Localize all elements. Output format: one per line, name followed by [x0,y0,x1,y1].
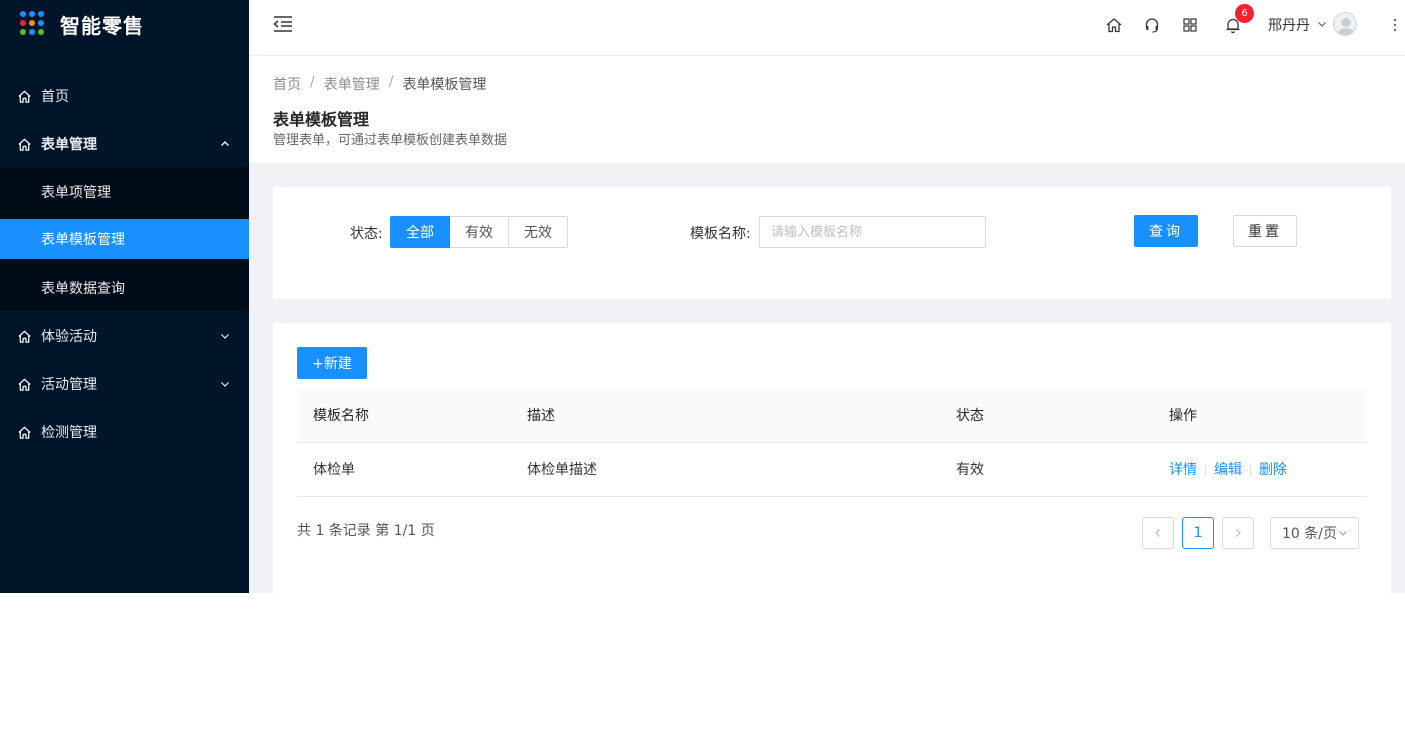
sidebar-item-form-data-query[interactable]: 表单数据查询 [0,268,249,308]
sidebar-item-form-management[interactable]: 表单管理 [0,124,249,164]
edit-link[interactable]: 编辑 [1214,462,1242,478]
top-header: 6 邢丹丹 [249,0,1405,56]
sidebar-item-form-templates[interactable]: 表单模板管理 [0,219,249,259]
chevron-down-icon [221,334,229,339]
delete-link[interactable]: 删除 [1259,462,1287,478]
apps-grid-icon[interactable] [1181,16,1199,34]
cell-template-name: 体检单 [313,462,355,478]
breadcrumb-item-form-management[interactable]: 表单管理 [324,74,380,94]
breadcrumb-item-home[interactable]: 首页 [273,74,301,94]
reset-button[interactable]: 重置 [1233,215,1297,247]
page-description: 管理表单，可通过表单模板创建表单数据 [273,133,508,148]
home-icon [18,90,31,103]
filter-card: 状态: 全部 有效 无效 模板名称: 查询 重置 [273,187,1391,299]
page-title: 表单模板管理 [273,110,370,129]
table-card: +新建 模板名称 描述 状态 操作 体检单 体检单描述 有效 详情 编辑 删除 共 … [273,323,1391,593]
menu-fold-icon[interactable] [273,15,293,33]
breadcrumb-item-current: 表单模板管理 [402,77,487,93]
templates-table: 模板名称 描述 状态 操作 体检单 体检单描述 有效 详情 编辑 删除 [297,389,1367,497]
more-vertical-icon[interactable] [1392,17,1398,33]
sidebar-item-label: 表单管理 [41,137,97,153]
home-icon [18,138,31,151]
template-name-label: 模板名称: [690,226,751,242]
home-icon [18,426,31,439]
home-icon [18,330,31,343]
chevron-right-icon [1236,529,1241,537]
breadcrumb-separator: / [310,74,315,90]
sidebar-item-experience-activity[interactable]: 体验活动 [0,316,249,356]
query-button[interactable]: 查询 [1134,215,1198,247]
sidebar-item-activity-management[interactable]: 活动管理 [0,364,249,404]
sidebar-item-label: 首页 [41,89,69,105]
status-option-all[interactable]: 全部 [390,216,450,248]
detail-link[interactable]: 详情 [1169,462,1197,478]
sidebar-item-label: 表单项管理 [41,185,111,201]
cell-status: 有效 [956,462,984,478]
chevron-down-icon [1339,531,1347,536]
prev-page-button[interactable] [1142,517,1174,549]
chevron-down-icon [221,382,229,387]
sidebar-item-label: 检测管理 [41,425,97,441]
status-filter-group: 全部 有效 无效 [390,216,568,248]
app-title: 智能零售 [60,13,144,38]
cell-actions: 详情 编辑 删除 [1169,443,1287,497]
page-header: 首页 / 表单管理 / 表单模板管理 表单模板管理 管理表单，可通过表单模板创建… [249,56,1405,163]
new-template-button[interactable]: +新建 [297,347,367,379]
user-name[interactable]: 邢丹丹 [1268,15,1310,35]
sidebar-item-label: 活动管理 [41,377,97,393]
sidebar-item-inspection-management[interactable]: 检测管理 [0,412,249,452]
status-option-valid[interactable]: 有效 [450,216,509,248]
action-divider [1250,463,1251,477]
chevron-left-icon [1155,529,1160,537]
notification-badge: 6 [1235,4,1254,23]
table-row: 体检单 体检单描述 有效 详情 编辑 删除 [297,443,1367,497]
sidebar-item-label: 表单数据查询 [41,281,125,297]
sidebar-item-form-items[interactable]: 表单项管理 [0,172,249,212]
chevron-up-icon [221,141,229,146]
sidebar-item-label: 表单模板管理 [41,232,125,248]
page-number-button[interactable]: 1 [1182,517,1214,549]
headset-icon[interactable] [1143,16,1161,34]
column-header-status: 状态 [956,408,984,424]
column-header-description: 描述 [527,408,555,424]
template-name-input[interactable] [759,216,986,248]
home-icon [18,378,31,391]
action-divider [1205,463,1206,477]
status-filter-label: 状态: [350,226,383,242]
column-header-actions: 操作 [1169,408,1197,424]
page-size-select[interactable]: 10 条/页 [1270,517,1359,549]
user-avatar-icon [1337,18,1355,35]
table-header: 模板名称 描述 状态 操作 [297,389,1367,443]
app-root: 智能零售 首页 表单管理 表单项管理 表单模板管理 表单数据查询 体验活动 活动… [0,0,1405,593]
logo-icon [20,11,46,37]
chevron-down-icon[interactable] [1317,19,1327,29]
breadcrumb: 首页 / 表单管理 / 表单模板管理 [273,74,486,94]
cell-description: 体检单描述 [527,462,597,478]
breadcrumb-separator: / [388,74,394,90]
next-page-button[interactable] [1222,517,1254,549]
avatar[interactable] [1333,12,1357,36]
sidebar: 智能零售 首页 表单管理 表单项管理 表单模板管理 表单数据查询 体验活动 活动… [0,0,249,593]
status-option-invalid[interactable]: 无效 [509,216,568,248]
sidebar-item-label: 体验活动 [41,329,97,345]
pagination-summary: 共 1 条记录 第 1/1 页 [297,523,435,539]
logo: 智能零售 [20,10,144,38]
sidebar-item-home[interactable]: 首页 [0,76,249,116]
column-header-name: 模板名称 [313,408,369,424]
page-size-value: 10 条/页 [1282,526,1337,542]
home-icon[interactable] [1105,16,1123,34]
